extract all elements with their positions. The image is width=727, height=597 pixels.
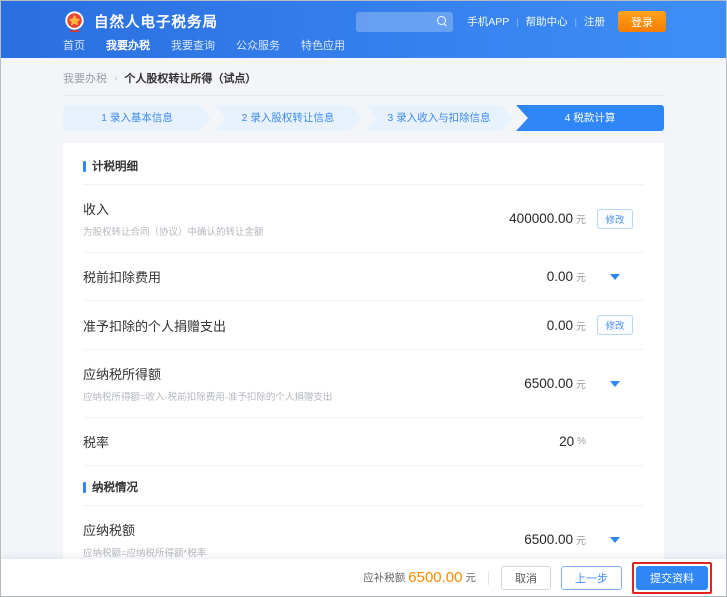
row-donation-right: 0.00 元 修改: [547, 315, 644, 335]
tax-bureau-logo-icon: [63, 10, 86, 33]
section-accent-bar: [83, 161, 86, 172]
top-header: 自然人电子税务局 手机APP | 帮助中心 | 注册 登录 首页 我要办税 我要…: [1, 1, 726, 58]
row-donation-deduction: 准予扣除的个人捐赠支出 0.00 元 修改: [83, 301, 644, 350]
tax-due-label: 应补税额: [363, 570, 405, 585]
income-label: 收入: [83, 199, 509, 218]
row-pre-tax-deduction: 税前扣除费用 0.00 元: [83, 253, 644, 301]
rate-unit: %: [577, 436, 586, 447]
breadcrumb-parent[interactable]: 我要办税: [63, 70, 107, 86]
previous-step-button[interactable]: 上一步: [561, 566, 622, 590]
header-main-row: 自然人电子税务局 手机APP | 帮助中心 | 注册 登录: [63, 1, 666, 37]
breadcrumb-current: 个人股权转让所得（试点）: [124, 70, 256, 86]
payable-control-slot: [586, 537, 644, 543]
donation-unit: 元: [576, 318, 586, 333]
step-wizard: 1 录入基本信息 2 录入股权转让信息 3 录入收入与扣除信息 4 税款计算: [63, 105, 664, 131]
taxable-label: 应纳税所得额: [83, 364, 524, 383]
section-tax-status: 纳税情况: [83, 466, 644, 506]
step-4-tax-calculation: 4 税款计算: [516, 105, 664, 131]
site-title: 自然人电子税务局: [94, 11, 218, 32]
submit-materials-button[interactable]: 提交资料: [636, 566, 708, 590]
red-highlight-annotation: 提交资料: [632, 562, 712, 594]
breadcrumb-divider: [63, 95, 664, 96]
donation-control-slot: 修改: [586, 315, 644, 335]
row-taxable-text: 应纳税所得额 应纳税所得额=收入-税前扣除费用-准予扣除的个人捐赠支出: [83, 364, 524, 403]
deduction-unit: 元: [576, 269, 586, 284]
payable-unit: 元: [576, 532, 586, 547]
row-income-text: 收入 为股权转让合同（协议）中确认的转让金额: [83, 199, 509, 238]
link-separator: |: [575, 17, 577, 27]
row-taxable-right: 6500.00 元: [524, 376, 644, 391]
row-donation-text: 准予扣除的个人捐赠支出: [83, 316, 547, 335]
step-2-equity-transfer-info[interactable]: 2 录入股权转让信息: [214, 105, 362, 131]
section-tax-detail: 计税明细: [83, 145, 644, 185]
step-1-basic-info[interactable]: 1 录入基本信息: [63, 105, 211, 131]
nav-item-tax[interactable]: 我要办税: [106, 37, 150, 53]
deduction-label: 税前扣除费用: [83, 267, 547, 286]
donation-value: 0.00: [547, 318, 573, 333]
link-separator: |: [516, 17, 518, 27]
rate-label: 税率: [83, 432, 559, 451]
income-control-slot: 修改: [586, 209, 644, 229]
nav-item-home[interactable]: 首页: [63, 37, 85, 53]
tax-due-unit: 元: [466, 570, 477, 585]
tax-due-value: 6500.00: [408, 569, 462, 586]
taxable-value: 6500.00: [524, 376, 573, 391]
section-tax-detail-title: 计税明细: [92, 158, 138, 174]
register-link[interactable]: 注册: [584, 14, 605, 29]
taxable-control-slot: [586, 381, 644, 387]
row-rate-text: 税率: [83, 432, 559, 451]
income-modify-button[interactable]: 修改: [597, 209, 632, 229]
payable-label: 应纳税额: [83, 520, 524, 539]
deduction-control-slot: [586, 274, 644, 280]
donation-label: 准予扣除的个人捐赠支出: [83, 316, 547, 335]
mobile-app-link[interactable]: 手机APP: [467, 14, 509, 29]
step-3-income-deduction-info[interactable]: 3 录入收入与扣除信息: [365, 105, 513, 131]
income-unit: 元: [576, 211, 586, 226]
tax-calculation-card: 计税明细 收入 为股权转让合同（协议）中确认的转让金额 400000.00 元 …: [63, 143, 664, 582]
breadcrumb-separator-icon: ›: [114, 73, 117, 84]
header-right-group: 手机APP | 帮助中心 | 注册 登录: [356, 11, 666, 32]
taxable-sublabel: 应纳税所得额=收入-税前扣除费用-准予扣除的个人捐赠支出: [83, 389, 524, 403]
login-button[interactable]: 登录: [618, 11, 666, 32]
row-deduction-right: 0.00 元: [547, 269, 644, 284]
nav-item-special-apps[interactable]: 特色应用: [301, 37, 345, 53]
payable-expand-chevron-icon[interactable]: [610, 537, 620, 543]
row-deduction-text: 税前扣除费用: [83, 267, 547, 286]
taxable-unit: 元: [576, 376, 586, 391]
main-nav: 首页 我要办税 我要查询 公众服务 特色应用: [63, 37, 666, 53]
row-income-right: 400000.00 元 修改: [509, 209, 644, 229]
row-taxable-income: 应纳税所得额 应纳税所得额=收入-税前扣除费用-准予扣除的个人捐赠支出 6500…: [83, 350, 644, 418]
payable-value: 6500.00: [524, 532, 573, 547]
row-tax-rate: 税率 20 %: [83, 418, 644, 466]
breadcrumb: 我要办税 › 个人股权转让所得（试点）: [1, 58, 726, 95]
row-payable-text: 应纳税额 应纳税额=应纳税所得额*税率: [83, 520, 524, 559]
donation-modify-button[interactable]: 修改: [597, 315, 632, 335]
income-value: 400000.00: [509, 211, 573, 226]
taxable-expand-chevron-icon[interactable]: [610, 381, 620, 387]
deduction-value: 0.00: [547, 269, 573, 284]
section-accent-bar: [83, 482, 86, 493]
section-tax-status-title: 纳税情况: [92, 479, 138, 495]
row-rate-right: 20 %: [559, 434, 644, 449]
row-income: 收入 为股权转让合同（协议）中确认的转让金额 400000.00 元 修改: [83, 185, 644, 253]
income-sublabel: 为股权转让合同（协议）中确认的转让金额: [83, 224, 509, 238]
payable-sublabel: 应纳税额=应纳税所得额*税率: [83, 545, 524, 559]
nav-item-public-services[interactable]: 公众服务: [236, 37, 280, 53]
footer-divider: [488, 571, 489, 585]
header-links: 手机APP | 帮助中心 | 注册: [467, 14, 605, 29]
nav-item-query[interactable]: 我要查询: [171, 37, 215, 53]
cancel-button[interactable]: 取消: [501, 566, 551, 590]
rate-value: 20: [559, 434, 574, 449]
row-payable-right: 6500.00 元: [524, 532, 644, 547]
header-search-box[interactable]: [356, 12, 453, 32]
deduction-expand-chevron-icon[interactable]: [610, 274, 620, 280]
search-icon[interactable]: [437, 16, 448, 27]
action-footer: 应补税额 6500.00 元 取消 上一步 提交资料: [1, 559, 726, 596]
search-input[interactable]: [361, 16, 437, 27]
help-center-link[interactable]: 帮助中心: [526, 14, 568, 29]
